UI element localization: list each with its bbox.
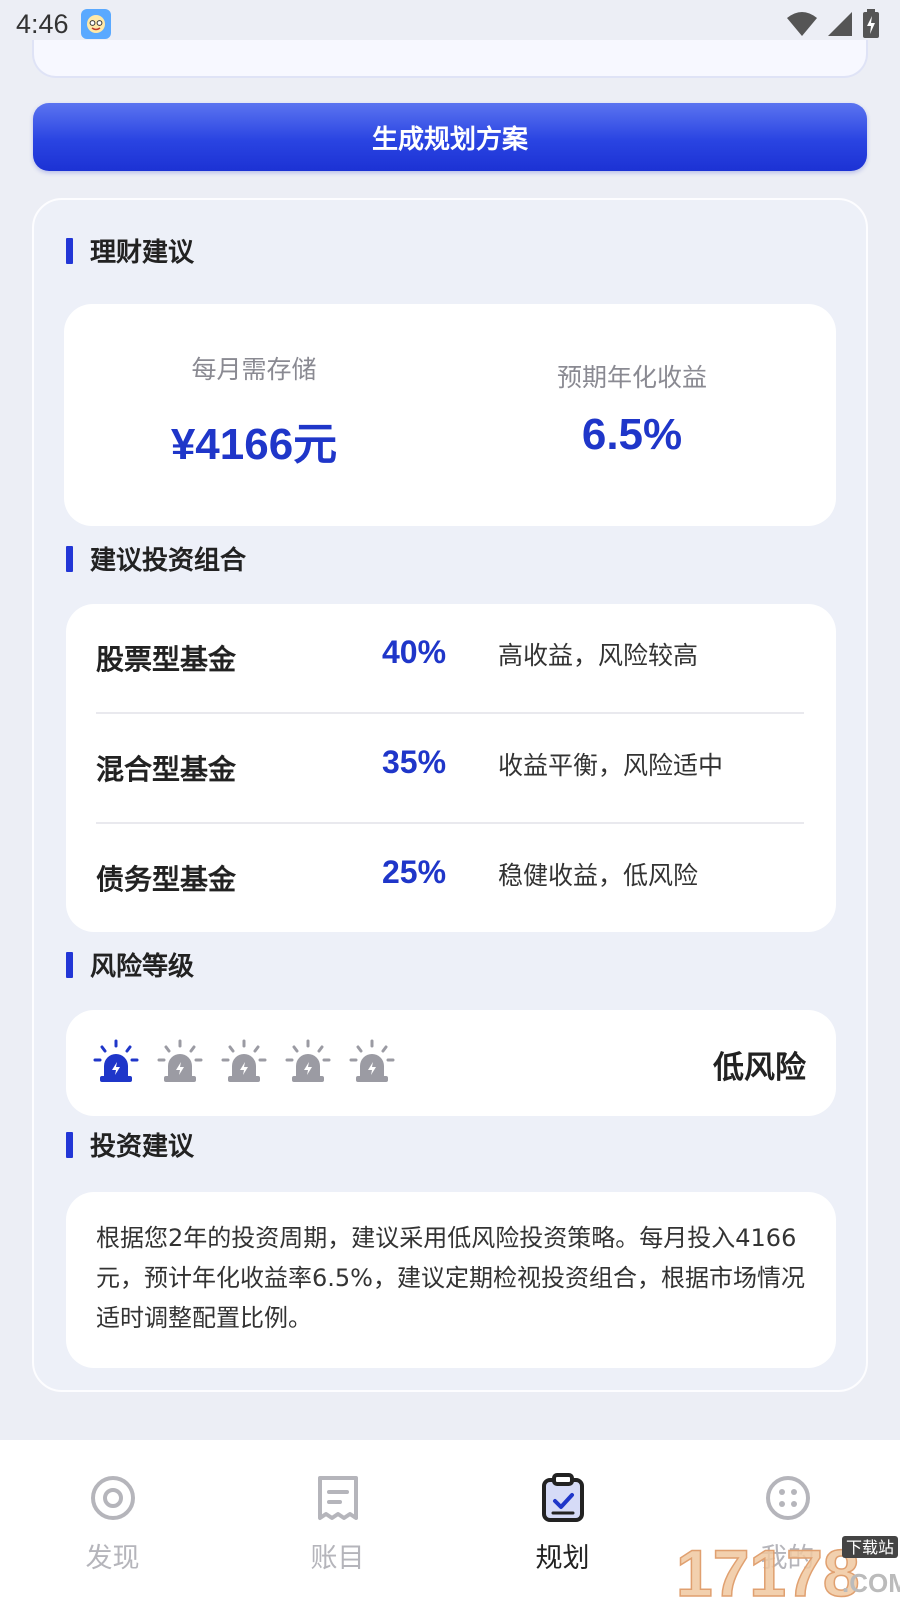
fund-name: 债务型基金 — [96, 863, 237, 896]
monthly-saving-value: ¥4166元 — [170, 420, 338, 469]
nav-label: 规划 — [535, 1543, 590, 1574]
risk-label: 低风险 — [713, 1050, 806, 1086]
compass-icon — [90, 1476, 135, 1520]
section-marker — [66, 237, 73, 264]
siren-icon — [221, 1039, 267, 1082]
section-title-portfolio: 建议投资组合 — [66, 540, 246, 577]
nav-label: 账目 — [310, 1543, 365, 1574]
section-title-risk-level: 风险等级 — [66, 946, 194, 983]
fund-description: 稳健收益，低风险 — [498, 861, 699, 890]
watermark-number: 17178 — [676, 1536, 860, 1600]
previous-card-bottom — [32, 40, 868, 78]
monthly-saving-label: 每月需存储 — [191, 355, 317, 384]
nav-item-planning[interactable]: 规划 — [450, 1440, 675, 1600]
monthly-saving: 每月需存储 ¥4166元 — [74, 350, 434, 472]
plan-result-card: 理财建议 每月需存储 ¥4166元 预期年化收益 6.5% 建议投资组合 股票型… — [32, 198, 868, 1392]
advice-text: 根据您2年的投资周期，建议采用低风险投资策略。每月投入4166元，预计年化收益率… — [96, 1224, 805, 1332]
fund-percent: 25% — [382, 854, 447, 890]
section-title-text: 风险等级 — [90, 952, 195, 982]
fund-percent: 40% — [382, 634, 447, 670]
fund-description: 高收益，风险较高 — [498, 641, 699, 670]
fund-name: 股票型基金 — [96, 643, 237, 676]
section-marker — [66, 951, 73, 978]
portfolio-row: 混合型基金 35% 收益平衡，风险适中 — [66, 714, 836, 824]
fund-percent: 35% — [382, 744, 447, 780]
section-title-investment-advice: 投资建议 — [66, 1126, 194, 1163]
expected-return: 预期年化收益 6.5% — [452, 358, 812, 460]
nav-item-discover[interactable]: 发现 — [0, 1440, 225, 1600]
receipt-icon — [317, 1476, 358, 1520]
section-title-text: 投资建议 — [90, 1132, 195, 1162]
section-marker — [66, 545, 73, 572]
nav-label: 发现 — [85, 1543, 140, 1574]
app-notification-icon — [80, 9, 111, 39]
advice-card: 根据您2年的投资周期，建议采用低风险投资策略。每月投入4166元，预计年化收益率… — [66, 1192, 836, 1368]
fund-name: 混合型基金 — [96, 753, 237, 786]
wifi-icon — [787, 12, 817, 36]
section-title-text: 理财建议 — [90, 238, 195, 268]
watermark-domain: .COM — [842, 1568, 900, 1598]
fund-description: 收益平衡，风险适中 — [498, 751, 724, 780]
siren-icon — [349, 1039, 395, 1082]
risk-card: 低风险 — [66, 1010, 836, 1116]
section-title-financial-advice: 理财建议 — [66, 232, 194, 269]
clipboard-check-icon — [541, 1473, 584, 1522]
section-title-text: 建议投资组合 — [90, 546, 247, 576]
summary-card: 每月需存储 ¥4166元 预期年化收益 6.5% — [64, 304, 836, 526]
risk-level-indicator — [92, 1038, 396, 1086]
siren-icon — [157, 1039, 203, 1082]
site-watermark-logo: 17178 下载站 .COM — [676, 1535, 900, 1600]
battery-icon — [863, 9, 879, 38]
portfolio-row: 债务型基金 25% 稳健收益，低风险 — [66, 824, 836, 934]
portfolio-row: 股票型基金 40% 高收益，风险较高 — [66, 604, 836, 714]
watermark-sub: 下载站 — [846, 1538, 894, 1557]
grid-dots-icon — [765, 1476, 810, 1520]
status-time: 4:46 — [16, 8, 69, 39]
generate-plan-button[interactable]: 生成规划方案 — [33, 103, 867, 171]
portfolio-card: 股票型基金 40% 高收益，风险较高 混合型基金 35% 收益平衡，风险适中 债… — [66, 604, 836, 932]
nav-item-accounts[interactable]: 账目 — [225, 1440, 450, 1600]
signal-icon — [828, 12, 852, 36]
expected-return-value: 6.5% — [581, 410, 683, 459]
expected-return-label: 预期年化收益 — [556, 363, 707, 392]
section-marker — [66, 1131, 73, 1158]
siren-icon — [285, 1039, 331, 1082]
siren-icon — [93, 1039, 139, 1082]
